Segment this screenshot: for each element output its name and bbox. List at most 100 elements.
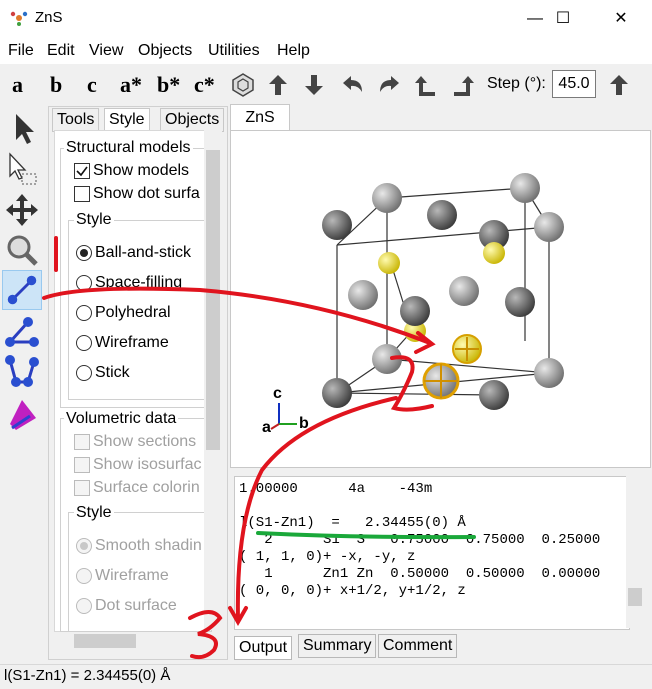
tab-style[interactable]: Style: [104, 108, 150, 132]
polyhedron-icon[interactable]: [230, 72, 256, 98]
rotate-right-icon[interactable]: [376, 72, 402, 98]
s-atom: [483, 242, 505, 264]
zn-atom: [505, 287, 535, 317]
rotate-left-icon[interactable]: [340, 72, 366, 98]
zn-atom: [534, 358, 564, 388]
wireframe-radio[interactable]: [76, 335, 92, 351]
rotate-down-icon[interactable]: [301, 72, 327, 98]
rotate-cw-icon[interactable]: [450, 72, 476, 98]
menu-help[interactable]: Help: [277, 42, 310, 60]
smooth-shading-radio[interactable]: [76, 538, 92, 554]
translate-icon[interactable]: [2, 190, 42, 230]
s-atom: [378, 252, 400, 274]
bond-length-tool[interactable]: [2, 270, 42, 310]
view-c-button[interactable]: c: [87, 72, 97, 98]
tab-output[interactable]: Output: [234, 636, 293, 660]
show-dot-surface-checkbox[interactable]: [74, 186, 90, 202]
output-line: 1 Zn1 Zn 0.50000 0.50000 0.00000: [239, 566, 601, 582]
volumetric-style-title: Style: [74, 504, 114, 522]
window-title: ZnS: [35, 9, 63, 26]
region-select-icon[interactable]: [2, 150, 42, 190]
show-sections-label: Show sections: [93, 433, 197, 450]
step-label: Step (°):: [487, 75, 546, 92]
menu-utilities[interactable]: Utilities: [208, 42, 260, 60]
zn-atom: [400, 296, 430, 326]
show-isosurface-checkbox[interactable]: [74, 457, 90, 473]
bond-angle-icon[interactable]: [2, 312, 42, 352]
step-input[interactable]: 45.0: [552, 70, 596, 98]
rotate-up-icon[interactable]: [265, 72, 291, 98]
show-dot-surface-label: Show dot surfa: [93, 185, 200, 202]
tab-tools[interactable]: Tools: [52, 108, 100, 132]
wireframe-label: Wireframe: [95, 334, 169, 351]
output-line: ( 1, 1, 0)+ -x, -y, z: [239, 549, 416, 565]
structure-viewer[interactable]: [230, 130, 651, 468]
tab-zns[interactable]: ZnS: [230, 104, 290, 131]
axis-a-label: a: [262, 419, 271, 436]
zn-atom: [348, 280, 378, 310]
app-logo-icon: [10, 11, 28, 26]
zn-atom: [427, 200, 457, 230]
show-models-checkbox[interactable]: [74, 163, 90, 179]
show-sections-checkbox[interactable]: [74, 434, 90, 450]
dot-surface-radio[interactable]: [76, 598, 92, 614]
vol-wireframe-label: Wireframe: [95, 567, 169, 584]
output-line: ( 0, 0, 0)+ x+1/2, y+1/2, z: [239, 583, 466, 599]
view-b-button[interactable]: b: [50, 72, 62, 98]
crystal-structure: [270, 173, 564, 430]
zn-atom: [372, 183, 402, 213]
ball-and-stick-label: Ball-and-stick: [95, 244, 192, 261]
menu-objects[interactable]: Objects: [138, 42, 192, 60]
menu-bar: File Edit View Objects Utilities Help: [0, 38, 652, 64]
space-filling-label: Space-filling: [95, 274, 183, 291]
output-scroll-thumb[interactable]: [628, 588, 642, 606]
tab-comment[interactable]: Comment: [378, 634, 458, 658]
polyhedral-radio[interactable]: [76, 305, 92, 321]
rotate-ccw-icon[interactable]: [413, 72, 439, 98]
view-c-star-button[interactable]: c*: [194, 72, 215, 98]
axis-c-label: c: [273, 385, 282, 402]
polyhedral-label: Polyhedral: [95, 304, 171, 321]
space-filling-radio[interactable]: [76, 275, 92, 291]
output-text[interactable]: 1.00000 4a -43m l(S1-Zn1) = 2.34455(0) Å…: [234, 476, 630, 630]
zn-atom: [449, 276, 479, 306]
zn-atom: [479, 380, 509, 410]
surface-coloring-label: Surface colorin: [93, 479, 200, 496]
status-text: l(S1-Zn1) = 2.34455(0) Å: [4, 667, 171, 684]
stick-radio[interactable]: [76, 365, 92, 381]
menu-file[interactable]: File: [8, 42, 34, 60]
structural-models-title: Structural models: [64, 139, 193, 157]
menu-view[interactable]: View: [89, 42, 123, 60]
close-button[interactable]: ✕: [598, 0, 644, 38]
structural-style-title: Style: [74, 211, 114, 229]
axis-b-label: b: [299, 415, 309, 432]
smooth-shading-label: Smooth shadin: [95, 537, 202, 554]
tab-summary[interactable]: Summary: [298, 634, 377, 658]
surface-coloring-checkbox[interactable]: [74, 480, 90, 496]
show-isosurface-label: Show isosurfac: [93, 456, 202, 473]
tab-objects[interactable]: Objects: [160, 108, 225, 132]
zn-atom: [322, 210, 352, 240]
lattice-plane-icon[interactable]: [2, 394, 42, 434]
dot-surface-label: Dot surface: [95, 597, 177, 614]
checkmark-icon: [76, 166, 88, 177]
vol-wireframe-radio[interactable]: [76, 568, 92, 584]
magnify-icon[interactable]: [2, 230, 42, 270]
view-a-star-button[interactable]: a*: [120, 72, 142, 98]
axis-indicator: [270, 403, 297, 430]
zn-atom: [372, 344, 402, 374]
panel-hscroll-thumb[interactable]: [74, 634, 136, 648]
view-b-star-button[interactable]: b*: [157, 72, 180, 98]
zn-atom: [510, 173, 540, 203]
step-up-icon[interactable]: [606, 72, 632, 98]
maximize-button[interactable]: ☐: [540, 0, 586, 38]
bond-length-icon: [7, 275, 37, 305]
view-a-button[interactable]: a: [12, 72, 23, 98]
ball-and-stick-radio[interactable]: [76, 245, 92, 261]
select-arrow-icon[interactable]: [2, 108, 42, 148]
output-line: 2 S1 S 0.75000 0.75000 0.25000: [239, 532, 601, 548]
show-models-label: Show models: [93, 162, 190, 179]
menu-edit[interactable]: Edit: [47, 42, 75, 60]
panel-scroll-thumb[interactable]: [206, 150, 220, 450]
dihedral-angle-icon[interactable]: [2, 352, 42, 392]
